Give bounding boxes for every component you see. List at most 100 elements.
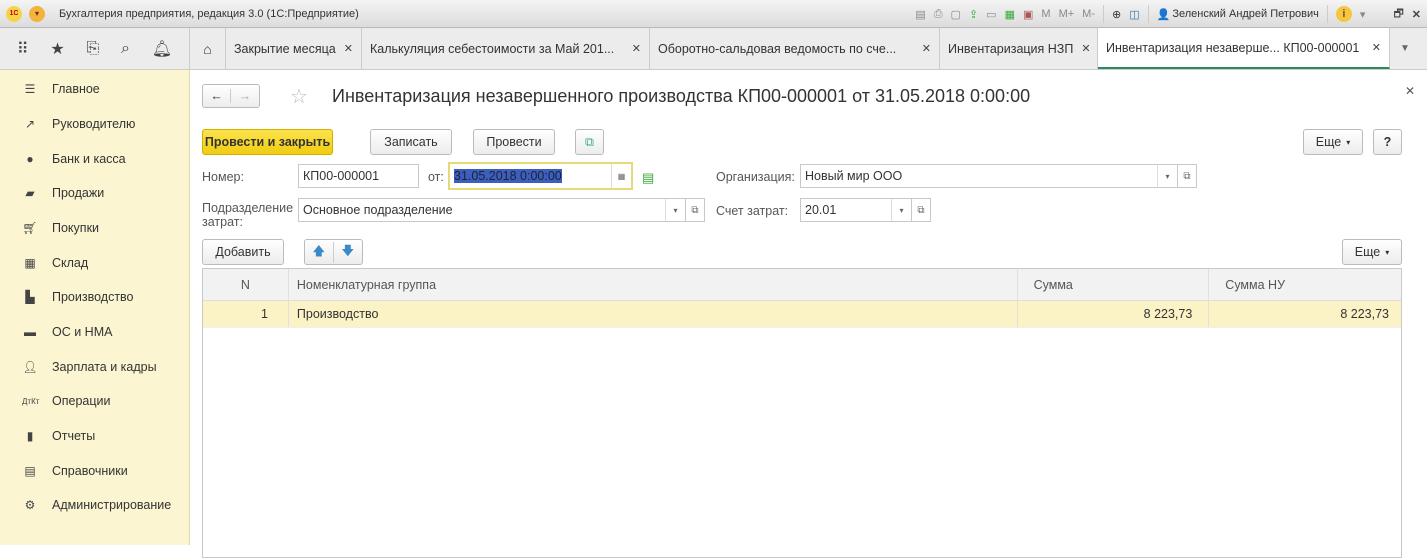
favorite-star-icon[interactable]: ☆: [290, 84, 308, 109]
dropdown-icon[interactable]: ▾: [891, 199, 911, 221]
close-tab-icon[interactable]: ✕: [632, 42, 641, 55]
main-menu-button[interactable]: ▾: [29, 5, 45, 22]
sidebar-item-sales[interactable]: ▰ Продажи: [0, 180, 190, 206]
scanner-icon[interactable]: ▭: [986, 8, 996, 21]
memory-m-button[interactable]: M: [1041, 8, 1050, 20]
info-icon[interactable]: i: [1335, 6, 1352, 22]
department-field[interactable]: Основное подразделение ▾: [298, 198, 686, 222]
dropdown-icon[interactable]: ▾: [665, 199, 685, 221]
sidebar-item-label: Склад: [52, 256, 89, 270]
column-sum[interactable]: Сумма: [1018, 269, 1210, 300]
home-button[interactable]: ⌂: [190, 28, 226, 69]
book-icon: ▤: [24, 464, 36, 478]
star-icon[interactable]: ★: [50, 39, 64, 59]
close-tab-icon[interactable]: ✕: [922, 42, 931, 55]
chevron-down-icon[interactable]: ▾: [1360, 8, 1366, 21]
user-name[interactable]: Зеленский Андрей Петрович: [1172, 8, 1319, 20]
date-field[interactable]: 31.05.2018 0:00:00 ▦: [448, 162, 633, 190]
close-tab-icon[interactable]: ✕: [1372, 41, 1381, 54]
truck-icon: ▬: [24, 325, 36, 339]
cell-n: 1: [203, 301, 289, 327]
number-field[interactable]: КП00-000001: [298, 164, 419, 188]
move-down-icon[interactable]: 🡇: [334, 242, 362, 263]
sidebar-item-label: Производство: [52, 290, 134, 304]
memory-plus-button[interactable]: M+: [1059, 8, 1075, 20]
print-icon[interactable]: ⎙: [934, 8, 943, 21]
sidebar-item-salary[interactable]: 👤︎ Зарплата и кадры: [0, 354, 190, 380]
sidebar-item-admin[interactable]: ⚙ Администрирование: [0, 492, 190, 518]
sidebar-item-assets[interactable]: ▬ ОС и НМА: [0, 319, 190, 345]
more-label: Еще: [1354, 245, 1381, 259]
sidebar-item-manager[interactable]: ↗ Руководителю: [0, 111, 190, 137]
date-value: 31.05.2018 0:00:00: [454, 169, 562, 183]
sidebar-item-label: Продажи: [52, 186, 105, 200]
apps-grid-icon[interactable]: ⠿: [17, 39, 29, 59]
sidebar-item-label: Отчеты: [52, 429, 96, 443]
open-account-button[interactable]: ⧉: [911, 198, 931, 222]
close-tab-icon[interactable]: ✕: [344, 42, 353, 55]
bell-icon[interactable]: 🔔︎: [152, 39, 172, 59]
more-button[interactable]: Еще ▾: [1303, 129, 1363, 155]
factory-icon: ▙: [25, 290, 35, 304]
dropdown-icon[interactable]: ▾: [1157, 165, 1177, 187]
post-button[interactable]: Провести: [473, 129, 555, 155]
forward-arrow-icon[interactable]: →: [231, 89, 259, 103]
sidebar-item-purchases[interactable]: 🛒︎ Покупки: [0, 215, 190, 241]
restore-icon[interactable]: 🗗: [1393, 5, 1403, 24]
calendar-icon[interactable]: ▣: [1023, 8, 1033, 21]
history-icon[interactable]: ⎘: [86, 40, 99, 58]
sidebar-item-label: Покупки: [52, 221, 100, 235]
help-button[interactable]: ?: [1373, 129, 1402, 155]
memory-minus-button[interactable]: M-: [1082, 8, 1095, 20]
zoom-icon[interactable]: ⊕: [1112, 8, 1121, 21]
table-more-button[interactable]: Еще ▾: [1342, 239, 1402, 265]
sidebar-item-bank[interactable]: ● Банк и касса: [0, 146, 190, 172]
back-arrow-icon[interactable]: ←: [203, 89, 232, 103]
add-button[interactable]: Добавить: [202, 239, 284, 265]
department-label: Подразделение затрат:: [202, 201, 294, 229]
move-up-icon[interactable]: 🡅: [305, 241, 334, 263]
tab-balance-sheet[interactable]: Оборотно-сальдовая ведомость по сче... ✕: [650, 28, 940, 69]
check-document-icon[interactable]: ▤: [642, 170, 654, 186]
post-and-close-button[interactable]: Провести и закрыть: [202, 129, 333, 155]
open-organization-button[interactable]: ⧉: [1177, 164, 1197, 188]
column-group[interactable]: Номенклатурная группа: [289, 269, 1018, 300]
sidebar-item-catalogs[interactable]: ▤ Справочники: [0, 458, 190, 484]
more-label: Еще: [1315, 135, 1342, 149]
table-row[interactable]: 1 Производство 8 223,73 8 223,73: [203, 301, 1401, 328]
preview-icon[interactable]: ▢: [951, 8, 961, 21]
search-icon[interactable]: ⌕: [121, 40, 130, 58]
calculator-icon[interactable]: ▦: [1005, 8, 1015, 21]
warehouse-icon: ▦: [24, 256, 36, 270]
calendar-icon[interactable]: ▦: [611, 164, 631, 188]
tab-month-close[interactable]: Закрытие месяца ✕: [226, 28, 362, 69]
tab-nzp-inventory[interactable]: Инвентаризация НЗП ✕: [940, 28, 1098, 69]
sidebar-item-warehouse[interactable]: ▦ Склад: [0, 250, 190, 276]
close-tab-icon[interactable]: ✕: [1081, 42, 1090, 55]
sidebar: ☰ Главное ↗ Руководителю ● Банк и касса ▰ Пр…: [0, 70, 190, 545]
account-field[interactable]: 20.01 ▾: [800, 198, 912, 222]
save-icon[interactable]: ▤: [915, 8, 925, 21]
column-n[interactable]: N: [203, 269, 289, 300]
organization-field[interactable]: Новый мир ООО ▾: [800, 164, 1178, 188]
close-form-icon[interactable]: ✕: [1405, 84, 1415, 98]
export-icon[interactable]: ⇪: [969, 8, 978, 21]
column-sum-nu[interactable]: Сумма НУ: [1209, 269, 1401, 300]
tab-cost-calculation[interactable]: Калькуляция себестоимости за Май 201... ✕: [362, 28, 650, 69]
sidebar-item-main[interactable]: ☰ Главное: [0, 76, 190, 102]
panels-icon[interactable]: ◫: [1129, 8, 1139, 21]
structure-button[interactable]: ⧉: [575, 129, 604, 155]
sidebar-item-production[interactable]: ▙ Производство: [0, 284, 190, 310]
sidebar-item-reports[interactable]: ▮ Отчеты: [0, 423, 190, 449]
person-icon: 👤︎: [22, 360, 38, 374]
tab-bar: ⠿ ★ ⎘ ⌕ 🔔︎ ⌂ Закрытие месяца ✕ Калькуляци…: [0, 28, 1427, 70]
title-bar: 1С ▾ Бухгалтерия предприятия, редакция 3…: [0, 0, 1427, 28]
tabs-more-button[interactable]: ▼: [1390, 28, 1420, 69]
tab-current-document[interactable]: Инвентаризация незаверше... КП00-000001 ✕: [1098, 28, 1390, 69]
open-department-button[interactable]: ⧉: [685, 198, 705, 222]
close-icon[interactable]: ✕: [1412, 8, 1421, 21]
1c-logo: 1С: [6, 5, 22, 22]
gear-icon: ⚙: [24, 498, 36, 512]
save-button[interactable]: Записать: [370, 129, 452, 155]
sidebar-item-operations[interactable]: ДтКт Операции: [0, 388, 190, 414]
